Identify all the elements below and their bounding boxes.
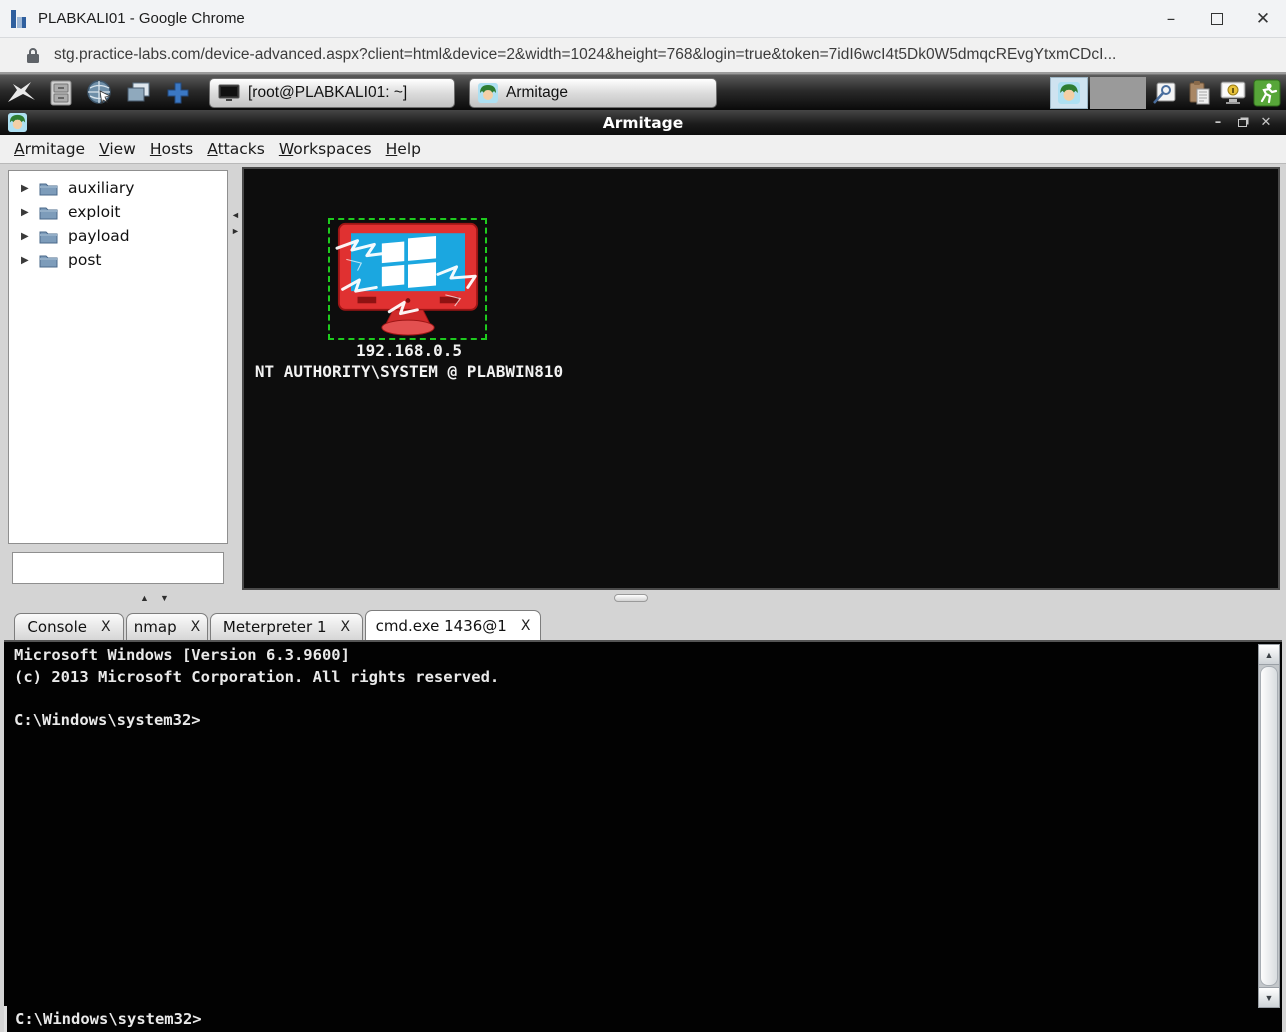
armitage-avatar-icon (8, 113, 27, 132)
armitage-window-title: Armitage (602, 113, 684, 132)
armitage-menubar: Armitage View Hosts Attacks Workspaces H… (0, 135, 1286, 164)
tab-nmap[interactable]: nmap X (126, 613, 208, 640)
taskbar-button-terminal[interactable]: [root@PLABKALI01: ~] (209, 77, 455, 108)
remote-desktop-screen: PLABKALI01 - Google Chrome – ✕ stg.pract… (0, 0, 1286, 1032)
expand-arrow-icon[interactable]: ▶ (21, 183, 31, 194)
scroll-down-button[interactable]: ▼ (1259, 987, 1279, 1007)
terminal-icon (218, 84, 240, 101)
tab-close-button[interactable]: X (521, 618, 531, 634)
menu-hosts[interactable]: Hosts (150, 140, 193, 158)
tab-meterpreter-1[interactable]: Meterpreter 1 X (210, 613, 363, 640)
console-line: (c) 2013 Microsoft Corporation. All righ… (14, 667, 500, 686)
menu-attacks[interactable]: Attacks (207, 140, 265, 158)
kali-logo-icon[interactable] (5, 78, 39, 108)
tab-close-button[interactable]: X (191, 619, 201, 635)
tree-item-label: exploit (68, 203, 121, 221)
host-ip-label: 192.168.0.5 (356, 341, 462, 360)
console-output[interactable]: Microsoft Windows [Version 6.3.9600] (c) … (14, 645, 499, 731)
folder-icon (39, 183, 58, 195)
tab-cmd-exe[interactable]: cmd.exe 1436@1 X (365, 610, 541, 640)
menu-armitage[interactable]: Armitage (14, 140, 85, 158)
console-line: C:\Windows\system32> (14, 710, 201, 729)
clipboard-icon[interactable] (1184, 78, 1214, 108)
taskbar-button-label: [root@PLABKALI01: ~] (248, 83, 408, 101)
tab-label: Meterpreter 1 (222, 618, 327, 636)
console-line: Microsoft Windows [Version 6.3.9600] (14, 646, 350, 664)
taskbar-button-label: Armitage (506, 83, 569, 101)
console-input-row[interactable]: C:\Windows\system32> (4, 1006, 1258, 1032)
module-tree-panel: ▶ auxiliary ▶ exploit ▶ payload ▶ post (8, 170, 228, 544)
tab-console[interactable]: Console X (14, 613, 124, 640)
menu-workspaces[interactable]: Workspaces (279, 140, 372, 158)
browser-titlebar[interactable]: PLABKALI01 - Google Chrome – ✕ (0, 0, 1286, 38)
horizontal-splitter[interactable]: ▲ ▼ (0, 590, 1286, 608)
tab-close-button[interactable]: X (341, 619, 351, 635)
tray-workspace-switcher[interactable] (1090, 77, 1146, 109)
lock-icon (27, 47, 39, 63)
tab-label: Console (27, 618, 87, 636)
logout-icon[interactable] (1252, 78, 1282, 108)
splitter-grab-handle[interactable] (614, 594, 648, 602)
console-prompt: C:\Windows\system32> (15, 1010, 202, 1028)
browser-window-title: PLABKALI01 - Google Chrome (38, 10, 245, 27)
screen-lock-icon[interactable] (1218, 78, 1248, 108)
expand-arrow-icon[interactable]: ▶ (21, 231, 31, 242)
tree-item-payload[interactable]: ▶ payload (9, 224, 227, 248)
targets-graph-panel[interactable]: 192.168.0.5 NT AUTHORITY\SYSTEM @ PLABWI… (242, 167, 1280, 590)
menu-help[interactable]: Help (386, 140, 421, 158)
expand-arrow-icon[interactable]: ▶ (21, 207, 31, 218)
tab-label: nmap (133, 618, 177, 636)
desktop-taskbar: [root@PLABKALI01: ~] Armitage (0, 74, 1286, 110)
web-browser-icon[interactable] (83, 78, 117, 108)
collapse-down-icon[interactable]: ▼ (160, 593, 169, 603)
folder-icon (39, 255, 58, 267)
url-text[interactable]: stg.practice-labs.com/device-advanced.as… (54, 46, 1116, 64)
practice-labs-favicon (11, 9, 26, 28)
tab-label: cmd.exe 1436@1 (375, 616, 507, 635)
armitage-window: Armitage – ✕ Armitage View Hosts Attacks… (0, 110, 1286, 1032)
armitage-avatar-icon (478, 82, 498, 103)
browser-maximize-button[interactable] (1194, 0, 1240, 38)
file-cabinet-icon[interactable] (44, 78, 78, 108)
tree-item-auxiliary[interactable]: ▶ auxiliary (9, 176, 227, 200)
screenshot-icon[interactable] (1150, 78, 1180, 108)
tree-item-post[interactable]: ▶ post (9, 248, 227, 272)
folder-icon (39, 231, 58, 243)
collapse-right-icon[interactable]: ► (231, 226, 240, 236)
menu-view[interactable]: View (99, 140, 136, 158)
tray-armitage-window-icon[interactable] (1050, 77, 1088, 109)
armitage-avatar-icon (1058, 82, 1080, 104)
system-tray (1050, 77, 1282, 109)
tree-item-label: auxiliary (68, 179, 135, 197)
console-tab-bar: Console X nmap X Meterpreter 1 X cmd.exe… (0, 608, 1286, 640)
cmd-console-panel: Microsoft Windows [Version 6.3.9600] (c) … (4, 640, 1282, 1032)
tree-item-label: post (68, 251, 102, 269)
armitage-restore-button[interactable] (1230, 113, 1254, 133)
windows-stack-icon[interactable] (122, 78, 156, 108)
browser-urlbar[interactable]: stg.practice-labs.com/device-advanced.as… (0, 38, 1286, 74)
scrollbar-thumb[interactable] (1260, 666, 1278, 986)
collapse-left-icon[interactable]: ◄ (231, 210, 240, 220)
browser-close-button[interactable]: ✕ (1240, 0, 1286, 38)
tree-item-exploit[interactable]: ▶ exploit (9, 200, 227, 224)
browser-minimize-button[interactable]: – (1148, 0, 1194, 38)
armitage-titlebar[interactable]: Armitage – ✕ (0, 110, 1286, 135)
taskbar-button-armitage[interactable]: Armitage (469, 77, 717, 108)
expand-arrow-icon[interactable]: ▶ (21, 255, 31, 266)
collapse-up-icon[interactable]: ▲ (140, 593, 149, 603)
compromised-windows-host-icon (334, 222, 478, 336)
tab-close-button[interactable]: X (101, 619, 111, 635)
armitage-minimize-button[interactable]: – (1206, 113, 1230, 133)
console-scrollbar[interactable]: ▲ ▼ (1258, 644, 1280, 1008)
folder-icon (39, 207, 58, 219)
scroll-up-button[interactable]: ▲ (1259, 645, 1279, 665)
add-plus-icon[interactable] (161, 78, 195, 108)
host-session-label: NT AUTHORITY\SYSTEM @ PLABWIN810 (254, 362, 564, 381)
host-node-selected[interactable] (328, 218, 487, 340)
module-search-input[interactable] (12, 552, 224, 584)
armitage-close-button[interactable]: ✕ (1254, 113, 1278, 133)
tree-item-label: payload (68, 227, 130, 245)
